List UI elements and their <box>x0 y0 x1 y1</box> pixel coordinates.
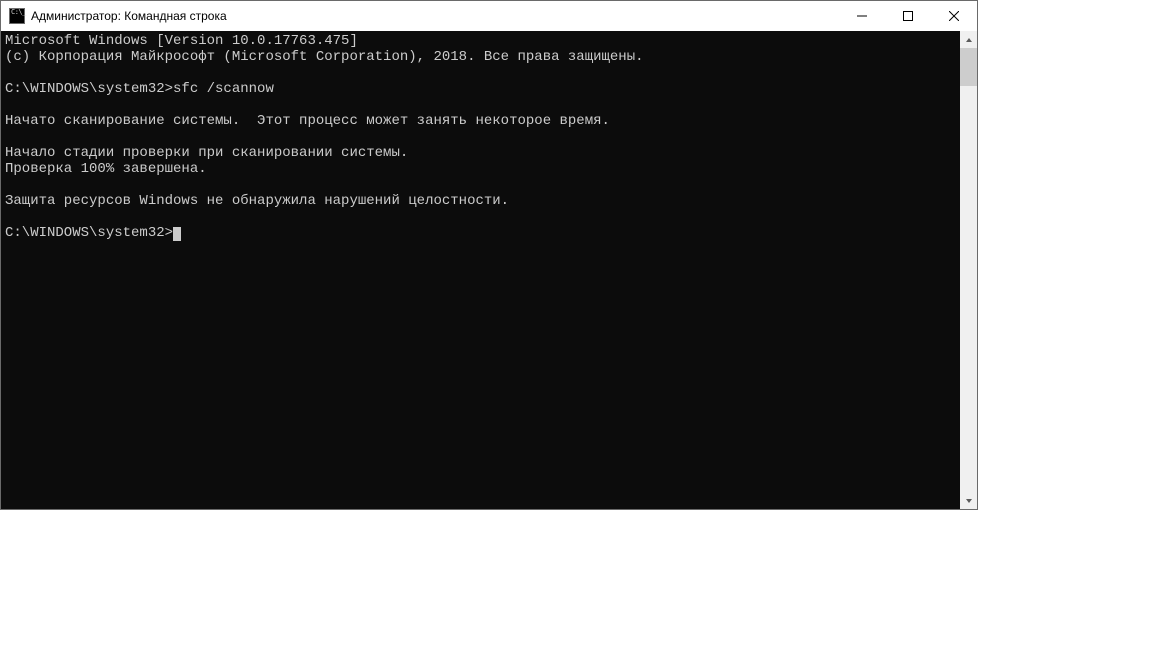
terminal-line <box>5 209 960 225</box>
terminal-line <box>5 177 960 193</box>
scroll-thumb[interactable] <box>960 48 977 86</box>
client-area: Microsoft Windows [Version 10.0.17763.47… <box>1 31 977 509</box>
cmd-icon <box>9 8 25 24</box>
scroll-track[interactable] <box>960 48 977 492</box>
titlebar[interactable]: Администратор: Командная строка <box>1 1 977 31</box>
close-button[interactable] <box>931 1 977 31</box>
terminal-line: Начато сканирование системы. Этот процес… <box>5 113 960 129</box>
scroll-down-arrow-icon[interactable] <box>960 492 977 509</box>
terminal-line: Проверка 100% завершена. <box>5 161 960 177</box>
command-prompt-window: Администратор: Командная строка Microso <box>0 0 978 510</box>
maximize-icon <box>903 11 913 21</box>
terminal-line: Microsoft Windows [Version 10.0.17763.47… <box>5 33 960 49</box>
terminal-line: C:\WINDOWS\system32> <box>5 225 960 241</box>
terminal-line <box>5 65 960 81</box>
terminal-line <box>5 129 960 145</box>
minimize-icon <box>857 11 867 21</box>
window-title: Администратор: Командная строка <box>31 9 839 23</box>
terminal-output[interactable]: Microsoft Windows [Version 10.0.17763.47… <box>1 31 960 509</box>
scroll-up-arrow-icon[interactable] <box>960 31 977 48</box>
terminal-line <box>5 97 960 113</box>
terminal-line: Начало стадии проверки при сканировании … <box>5 145 960 161</box>
terminal-line: (c) Корпорация Майкрософт (Microsoft Cor… <box>5 49 960 65</box>
maximize-button[interactable] <box>885 1 931 31</box>
window-controls <box>839 1 977 31</box>
terminal-line: Защита ресурсов Windows не обнаружила на… <box>5 193 960 209</box>
close-icon <box>949 11 959 21</box>
vertical-scrollbar[interactable] <box>960 31 977 509</box>
terminal-line: C:\WINDOWS\system32>sfc /scannow <box>5 81 960 97</box>
text-cursor <box>173 227 181 241</box>
minimize-button[interactable] <box>839 1 885 31</box>
